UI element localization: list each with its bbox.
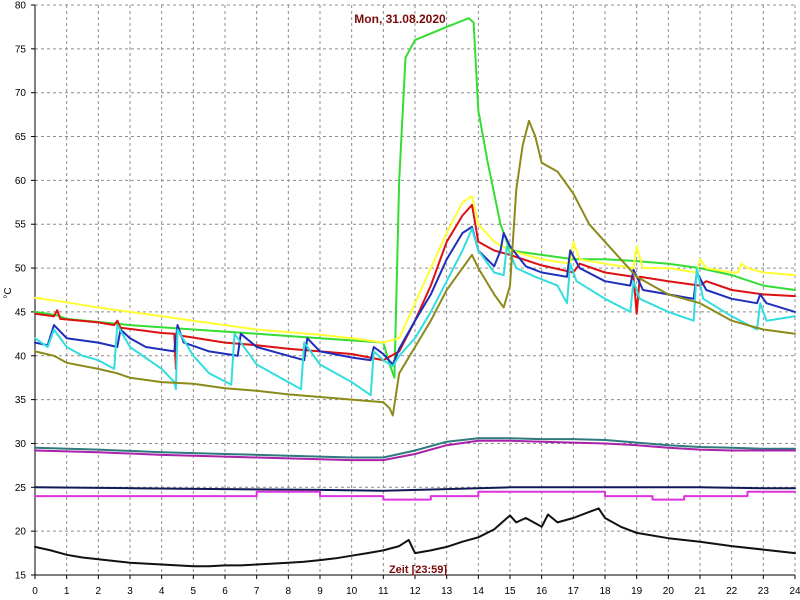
x-tick-label: 0: [32, 586, 38, 597]
x-tick-label: 2: [96, 586, 102, 597]
y-tick-label: 70: [15, 88, 27, 99]
x-tick-label: 12: [409, 586, 421, 597]
y-tick-label: 60: [15, 176, 27, 187]
x-tick-label: 5: [191, 586, 197, 597]
time-label: Zeit [23:59]: [389, 564, 447, 576]
y-tick-label: 65: [15, 132, 27, 143]
y-tick-label: 35: [15, 395, 27, 406]
y-tick-label: 45: [15, 307, 27, 318]
y-tick-label: 20: [15, 527, 27, 538]
y-tick-label: 15: [15, 571, 27, 582]
chart: 0 1 2 3 4 5 6 7 8 9 10 11 12 13 14 15 16 17 18 19 20 21 22 23 24…: [0, 0, 800, 600]
y-tick-label: 75: [15, 44, 27, 55]
y-tick-label: 40: [15, 351, 27, 362]
x-tick-label: 13: [441, 586, 453, 597]
x-tick-label: 18: [599, 586, 611, 597]
x-tick-label: 24: [789, 586, 800, 597]
x-tick-label: 9: [317, 586, 323, 597]
chart-title: Mon, 31.08.2020: [354, 12, 446, 26]
y-tick-label: 55: [15, 220, 27, 231]
chart-background: [0, 0, 800, 600]
x-tick-label: 23: [758, 586, 770, 597]
x-tick-label: 14: [473, 586, 485, 597]
y-tick-label: 25: [15, 483, 27, 494]
x-tick-label: 11: [378, 586, 389, 597]
x-tick-label: 22: [726, 586, 738, 597]
x-tick-label: 19: [631, 586, 643, 597]
x-tick-label: 21: [694, 586, 706, 597]
x-tick-label: 7: [254, 586, 260, 597]
x-tick-label: 10: [346, 586, 358, 597]
x-tick-label: 3: [127, 586, 133, 597]
x-tick-label: 17: [568, 586, 580, 597]
x-tick-label: 4: [159, 586, 165, 597]
x-tick-label: 16: [536, 586, 548, 597]
x-tick-label: 1: [64, 586, 70, 597]
x-tick-label: 6: [222, 586, 228, 597]
x-tick-label: 15: [504, 586, 516, 597]
y-tick-label: 50: [15, 264, 27, 275]
y-tick-label: 30: [15, 439, 27, 450]
x-tick-label: 8: [286, 586, 292, 597]
y-axis-label: °C: [3, 287, 14, 298]
x-tick-label: 20: [663, 586, 675, 597]
y-tick-label: 80: [15, 1, 27, 12]
